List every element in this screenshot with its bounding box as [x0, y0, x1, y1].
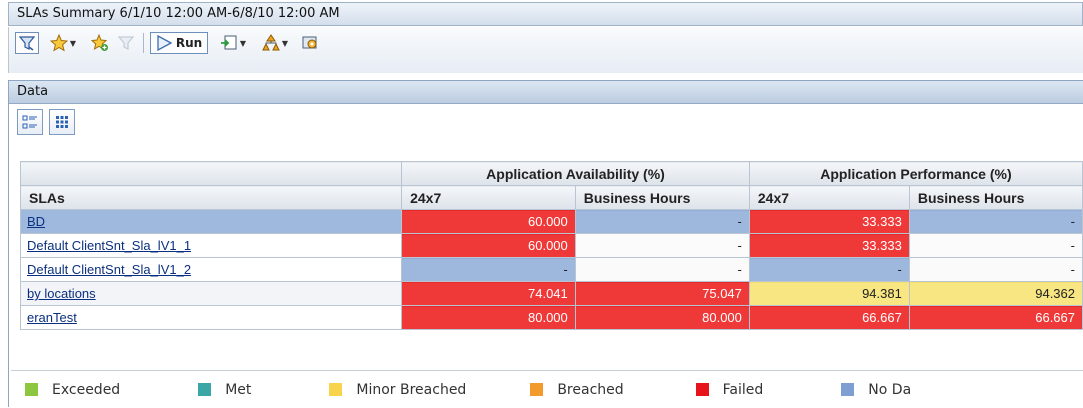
- toolbar: ▼ Run ▼ ▼: [8, 27, 1083, 73]
- legend-item-exceeded: Exceeded: [25, 382, 120, 398]
- legend-label: Failed: [722, 381, 764, 398]
- legend-label: No Da: [868, 381, 912, 398]
- chevron-down-icon: ▼: [239, 38, 247, 48]
- legend-label: Exceeded: [52, 381, 121, 398]
- sla-link[interactable]: by locations: [27, 286, 96, 301]
- column-header-availability-24x7[interactable]: 24x7: [401, 185, 576, 210]
- legend-item-breached: Breached: [530, 381, 624, 398]
- legend-label: Minor Breached: [356, 381, 467, 398]
- value-cell: -: [908, 209, 1083, 234]
- run-button[interactable]: Run: [150, 32, 208, 54]
- table-row[interactable]: by locations 74.041 75.047 94.381 94.362: [19, 281, 1083, 306]
- legend-swatch: [530, 383, 544, 396]
- value-cell: 66.667: [748, 305, 910, 330]
- status-legend: Exceeded Met Minor Breached Breached Fai…: [11, 370, 1083, 408]
- column-header-performance-business-hours[interactable]: Business Hours: [908, 185, 1083, 210]
- sla-link[interactable]: eranTest: [27, 310, 77, 325]
- group-header-performance[interactable]: Application Performance (%): [748, 161, 1083, 186]
- legend-label: Breached: [557, 381, 624, 398]
- value-cell: 66.667: [908, 305, 1083, 330]
- settings-button[interactable]: [299, 32, 321, 54]
- legend-item-minor-breached: Minor Breached: [329, 382, 466, 398]
- settings-icon: [302, 36, 317, 49]
- window-title: SLAs Summary 6/1/10 12:00 AM-6/8/10 12:0…: [8, 2, 1083, 26]
- clear-filter-icon: [118, 36, 134, 50]
- sla-link[interactable]: Default ClientSnt_Sla_lV1_1: [27, 238, 191, 253]
- sla-name-cell: Default ClientSnt_Sla_lV1_1: [19, 233, 403, 258]
- value-cell: 80.000: [574, 305, 750, 330]
- column-header-performance-24x7[interactable]: 24x7: [748, 185, 910, 210]
- table-row[interactable]: Default ClientSnt_Sla_lV1_1 60.000 - 33.…: [19, 233, 1083, 258]
- group-header-availability[interactable]: Application Availability (%): [401, 161, 750, 186]
- value-cell: -: [401, 257, 576, 282]
- sla-name-cell: Default ClientSnt_Sla_lV1_2: [19, 257, 403, 282]
- group-header-row: Application Availability (%) Application…: [19, 161, 1083, 186]
- hierarchy-button[interactable]: ▼: [257, 32, 293, 54]
- column-header-row: SLAs 24x7 Business Hours 24x7 Business H…: [19, 185, 1083, 210]
- value-cell: 60.000: [401, 233, 576, 258]
- legend-item-no-data: No Da: [841, 382, 911, 398]
- value-cell: 75.047: [574, 281, 750, 306]
- run-label: Run: [175, 36, 203, 50]
- column-header-slas[interactable]: SLAs: [19, 185, 403, 210]
- favorites-icon: [49, 34, 68, 52]
- value-cell: 60.000: [401, 209, 576, 234]
- value-cell: 94.381: [748, 281, 910, 306]
- value-cell: -: [908, 233, 1083, 258]
- table-row[interactable]: eranTest 80.000 80.000 66.667 66.667: [19, 305, 1083, 330]
- value-cell: -: [574, 257, 750, 282]
- sla-name-cell: BD: [19, 209, 403, 234]
- sla-link[interactable]: BD: [27, 214, 45, 229]
- value-cell: -: [908, 257, 1083, 282]
- list-view-button[interactable]: [17, 109, 43, 135]
- sla-table: Application Availability (%) Application…: [19, 161, 1083, 330]
- table-row[interactable]: Default ClientSnt_Sla_lV1_2 - - - -: [19, 257, 1083, 282]
- legend-swatch: [25, 383, 38, 396]
- add-favorite-icon: [91, 34, 108, 51]
- value-cell: -: [574, 209, 750, 234]
- favorites-button[interactable]: ▼: [45, 32, 81, 54]
- grid-view-icon: [56, 116, 68, 128]
- export-icon: [220, 35, 237, 50]
- value-cell: 94.362: [908, 281, 1083, 306]
- legend-item-failed: Failed: [695, 381, 764, 398]
- run-icon: [157, 35, 172, 51]
- hierarchy-icon: [262, 34, 280, 51]
- chevron-down-icon: ▼: [281, 38, 289, 48]
- filter-button[interactable]: [15, 32, 39, 54]
- grid-view-button[interactable]: [49, 109, 75, 135]
- filter-icon: [19, 36, 35, 51]
- value-cell: -: [574, 233, 750, 258]
- column-header-availability-business-hours[interactable]: Business Hours: [574, 185, 750, 210]
- chevron-down-icon: ▼: [69, 38, 77, 48]
- legend-swatch: [198, 383, 212, 396]
- sla-name-cell: eranTest: [19, 305, 403, 330]
- value-cell: -: [748, 257, 910, 282]
- legend-label: Met: [225, 381, 252, 398]
- sla-link[interactable]: Default ClientSnt_Sla_lV1_2: [27, 262, 191, 277]
- clear-filter-button[interactable]: [115, 32, 137, 54]
- value-cell: 80.000: [401, 305, 576, 330]
- legend-swatch: [329, 383, 343, 396]
- sla-name-cell: by locations: [19, 281, 403, 306]
- legend-swatch: [695, 383, 709, 396]
- value-cell: 33.333: [748, 233, 910, 258]
- value-cell: 74.041: [401, 281, 576, 306]
- list-view-icon: [22, 115, 37, 129]
- toolbar-separator: [143, 33, 144, 53]
- value-cell: 33.333: [748, 209, 910, 234]
- group-header-empty: [19, 161, 403, 186]
- legend-swatch: [841, 383, 855, 396]
- panel-title: Data: [9, 81, 1083, 104]
- table-row[interactable]: BD 60.000 - 33.333 -: [19, 209, 1083, 234]
- data-panel: Data Application Availability (%) Applic…: [8, 80, 1083, 407]
- legend-item-met: Met: [198, 382, 251, 398]
- add-favorite-button[interactable]: [89, 32, 111, 54]
- export-button[interactable]: ▼: [215, 32, 251, 54]
